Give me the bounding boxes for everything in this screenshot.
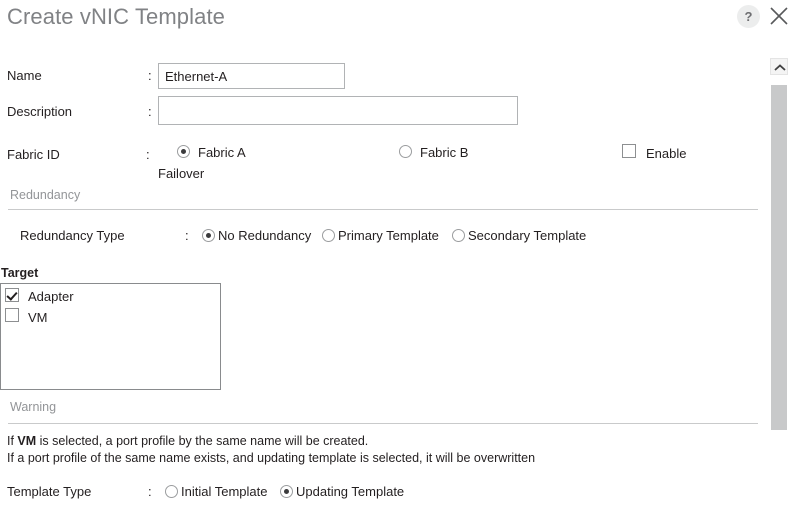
- description-label: Description: [7, 104, 73, 119]
- warning-line-1-prefix: If: [7, 434, 18, 448]
- scroll-up-button[interactable]: [770, 58, 788, 75]
- enable-checkbox[interactable]: [622, 144, 636, 158]
- target-item-adapter-label[interactable]: Adapter: [28, 289, 74, 304]
- radio-no-redundancy-label[interactable]: No Redundancy: [218, 228, 311, 243]
- description-input[interactable]: [158, 96, 518, 125]
- warning-line-1: If VM is selected, a port profile by the…: [7, 434, 368, 448]
- radio-secondary-template-label[interactable]: Secondary Template: [468, 228, 586, 243]
- warning-line-1-bold: VM: [17, 434, 37, 448]
- radio-updating-template-label[interactable]: Updating Template: [296, 484, 404, 499]
- target-checkbox-adapter[interactable]: [5, 288, 19, 302]
- description-colon: :: [148, 104, 152, 119]
- warning-section-title: Warning: [10, 400, 57, 414]
- template-type-colon: :: [148, 484, 152, 499]
- radio-fabric-a-label[interactable]: Fabric A: [198, 145, 246, 160]
- target-heading: Target: [1, 266, 39, 280]
- redundancy-divider: [8, 209, 758, 210]
- redundancy-section-title: Redundancy: [10, 188, 81, 202]
- name-label: Name: [7, 68, 42, 83]
- template-type-label: Template Type: [7, 484, 92, 499]
- chevron-up-icon: [774, 64, 786, 71]
- help-button[interactable]: ?: [737, 5, 760, 28]
- help-icon: ?: [744, 9, 753, 24]
- target-checkbox-vm[interactable]: [5, 308, 19, 322]
- failover-label: Failover: [158, 166, 205, 181]
- redundancy-type-colon: :: [185, 228, 189, 243]
- fabric-id-label: Fabric ID: [7, 147, 60, 162]
- close-icon: [770, 7, 788, 25]
- target-item-vm-label[interactable]: VM: [28, 310, 48, 325]
- scrollbar-thumb[interactable]: [771, 85, 787, 430]
- dialog-titlebar: Create vNIC Template ?: [0, 0, 795, 44]
- redundancy-type-label: Redundancy Type: [20, 228, 125, 243]
- radio-no-redundancy[interactable]: [202, 229, 215, 242]
- radio-initial-template[interactable]: [165, 485, 178, 498]
- fabric-id-colon: :: [146, 147, 150, 162]
- radio-updating-template[interactable]: [280, 485, 293, 498]
- radio-initial-template-label[interactable]: Initial Template: [181, 484, 267, 499]
- enable-checkbox-label[interactable]: Enable: [646, 146, 686, 161]
- radio-primary-template[interactable]: [322, 229, 335, 242]
- name-input[interactable]: [158, 63, 345, 89]
- radio-fabric-b-label[interactable]: Fabric B: [420, 145, 468, 160]
- radio-fabric-a[interactable]: [177, 145, 190, 158]
- warning-line-2: If a port profile of the same name exist…: [7, 451, 536, 465]
- radio-secondary-template[interactable]: [452, 229, 465, 242]
- name-colon: :: [148, 68, 152, 83]
- vertical-scrollbar[interactable]: [770, 58, 788, 506]
- radio-fabric-b[interactable]: [399, 145, 412, 158]
- page-title: Create vNIC Template: [7, 4, 226, 29]
- radio-primary-template-label[interactable]: Primary Template: [338, 228, 439, 243]
- warning-line-1-suffix: is selected, a port profile by the same …: [36, 434, 369, 448]
- warning-divider: [8, 423, 758, 424]
- close-button[interactable]: [768, 5, 790, 27]
